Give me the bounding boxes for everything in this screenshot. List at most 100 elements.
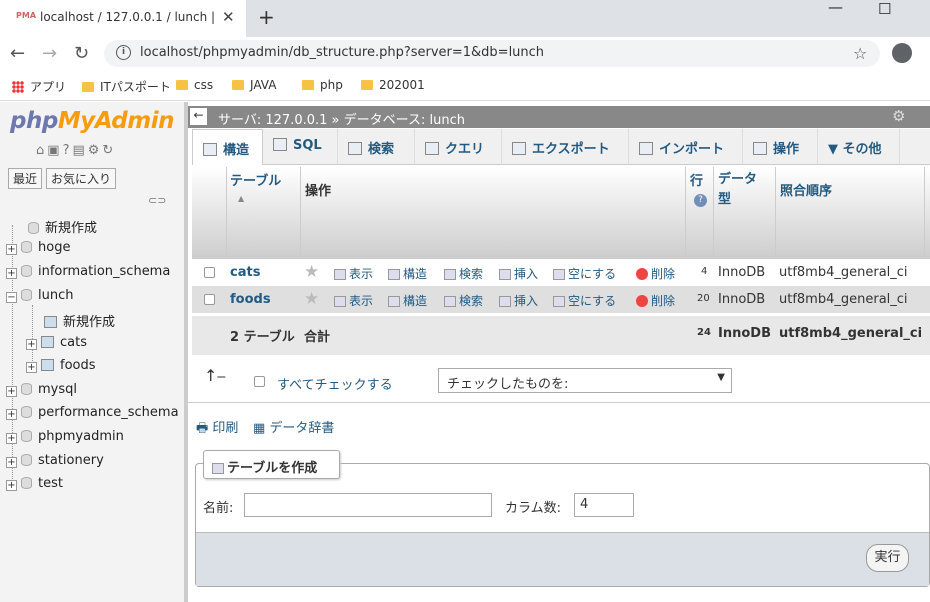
tree-db-performance-schema[interactable]: + performance_schema: [6, 405, 179, 420]
bookmark-folder[interactable]: css: [176, 78, 213, 92]
tab-export[interactable]: エクスポート: [502, 129, 629, 165]
bookmark-folder[interactable]: php: [302, 78, 343, 92]
columns-input[interactable]: 4: [574, 493, 634, 517]
bookmark-folder[interactable]: JAVA: [232, 78, 276, 92]
tree-table-foods[interactable]: + foods: [26, 358, 96, 373]
expand-icon[interactable]: +: [6, 409, 17, 420]
table-name-link[interactable]: foods: [230, 292, 271, 307]
tree-db-information-schema[interactable]: + information_schema: [6, 264, 170, 279]
check-all-label[interactable]: すべてチェックする: [277, 374, 393, 393]
folder-icon: [302, 80, 314, 90]
tree-db-test[interactable]: + test: [6, 476, 63, 491]
tab-query[interactable]: クエリ: [415, 129, 502, 165]
tab-more[interactable]: ▼ その他: [818, 129, 900, 165]
phpmyadmin-logo[interactable]: phpMyAdmin: [10, 108, 174, 134]
table-name-input[interactable]: [244, 493, 492, 517]
insert-action[interactable]: 挿入: [499, 292, 538, 309]
maximize-icon[interactable]: ☐: [878, 0, 891, 18]
new-tab-button[interactable]: +: [258, 5, 275, 29]
help-icon[interactable]: ?: [63, 143, 73, 158]
tree-db-stationery[interactable]: + stationery: [6, 453, 104, 468]
bookmark-folder[interactable]: 202001: [361, 78, 425, 92]
minimize-icon[interactable]: —: [828, 0, 843, 16]
empty-action[interactable]: 空にする: [553, 265, 616, 282]
tree-db-mysql[interactable]: + mysql: [6, 382, 77, 397]
expand-icon[interactable]: +: [6, 433, 17, 444]
database-icon: [21, 265, 32, 277]
divider: [188, 402, 930, 403]
browse-action[interactable]: 表示: [334, 265, 373, 282]
print-link[interactable]: 🖶 印刷: [196, 417, 238, 441]
reload-icon[interactable]: ↻: [102, 143, 116, 158]
search-action[interactable]: 検索: [444, 292, 483, 309]
col-collation[interactable]: 照合順序: [780, 180, 832, 199]
favorite-star-icon[interactable]: ★: [304, 289, 319, 309]
drop-action[interactable]: 削除: [636, 292, 675, 309]
info-icon[interactable]: i: [116, 45, 131, 60]
docs-icon[interactable]: ▤: [72, 143, 87, 158]
expand-icon[interactable]: +: [6, 244, 17, 255]
tab-import[interactable]: インポート: [629, 129, 743, 165]
tab-search[interactable]: 検索: [338, 129, 415, 165]
tab-operations[interactable]: 操作: [743, 129, 818, 165]
gear-icon[interactable]: ⚙: [88, 143, 103, 158]
col-rows[interactable]: 行: [690, 170, 703, 189]
gear-icon[interactable]: ⚙: [892, 107, 905, 125]
expand-icon[interactable]: +: [26, 362, 37, 373]
collapse-icon[interactable]: −: [6, 292, 17, 303]
recent-button[interactable]: 最近: [8, 168, 43, 189]
address-bar[interactable]: i localhost/phpmyadmin/db_structure.php?…: [104, 40, 880, 67]
forward-icon[interactable]: →: [42, 43, 57, 64]
tab-sql[interactable]: SQL: [263, 129, 338, 165]
bookmark-folder[interactable]: ITパスポート: [82, 78, 171, 95]
favorite-star-icon[interactable]: ★: [304, 262, 319, 282]
row-checkbox[interactable]: [204, 267, 215, 278]
browse-action[interactable]: 表示: [334, 292, 373, 309]
with-selected-select[interactable]: チェックしたものを: ▼: [438, 368, 732, 393]
browser-tab[interactable]: PMA localhost / 127.0.0.1 / lunch | php …: [0, 0, 246, 37]
data-dictionary-link[interactable]: ▦ データ辞書: [253, 417, 334, 436]
col-table[interactable]: テーブル: [230, 170, 281, 189]
reload-icon[interactable]: ↻: [74, 43, 89, 64]
tab-structure[interactable]: 構造: [192, 129, 263, 165]
drop-action[interactable]: 削除: [636, 265, 675, 282]
close-tab-icon[interactable]: ✕: [222, 8, 235, 26]
go-button[interactable]: 実行: [866, 544, 909, 572]
link-icon[interactable]: ⊂⊃: [148, 194, 166, 207]
folder-icon: [232, 80, 244, 90]
tree-db-lunch[interactable]: − lunch: [6, 288, 73, 303]
search-action[interactable]: 検索: [444, 265, 483, 282]
structure-action[interactable]: 構造: [388, 292, 427, 309]
col-type[interactable]: データ型: [718, 170, 768, 210]
expand-icon[interactable]: +: [6, 386, 17, 397]
profile-avatar[interactable]: [892, 43, 912, 63]
logout-icon[interactable]: ▣: [47, 143, 62, 158]
tree-new-database[interactable]: 新規作成: [24, 217, 97, 236]
sort-icon[interactable]: ▲: [238, 194, 244, 203]
favorites-button[interactable]: お気に入り: [46, 168, 117, 189]
tree-new-table[interactable]: 新規作成: [40, 311, 115, 330]
expand-icon[interactable]: +: [6, 457, 17, 468]
back-arrow-icon[interactable]: ←: [190, 108, 207, 125]
expand-icon[interactable]: +: [6, 480, 17, 491]
empty-action[interactable]: 空にする: [553, 292, 616, 309]
tree-db-phpmyadmin[interactable]: + phpmyadmin: [6, 429, 124, 444]
home-icon[interactable]: ⌂: [36, 143, 47, 158]
url-text: localhost/phpmyadmin/db_structure.php?se…: [140, 45, 545, 60]
check-all-checkbox[interactable]: [254, 376, 265, 387]
help-icon[interactable]: ?: [694, 194, 707, 207]
structure-icon: [203, 143, 217, 156]
back-icon[interactable]: ←: [10, 43, 25, 64]
tree-table-cats[interactable]: + cats: [26, 335, 87, 350]
row-checkbox[interactable]: [204, 294, 215, 305]
insert-action[interactable]: 挿入: [499, 265, 538, 282]
tree-db-hoge[interactable]: + hoge: [6, 240, 70, 255]
bookmark-star-icon[interactable]: ☆: [853, 44, 867, 63]
expand-icon[interactable]: +: [26, 339, 37, 350]
structure-action[interactable]: 構造: [388, 265, 427, 282]
table-name-link[interactable]: cats: [230, 265, 260, 280]
export-icon: [512, 142, 526, 155]
collation: utf8mb4_general_ci: [779, 265, 908, 280]
expand-icon[interactable]: +: [6, 268, 17, 279]
bookmark-apps[interactable]: アプリ: [12, 78, 66, 95]
